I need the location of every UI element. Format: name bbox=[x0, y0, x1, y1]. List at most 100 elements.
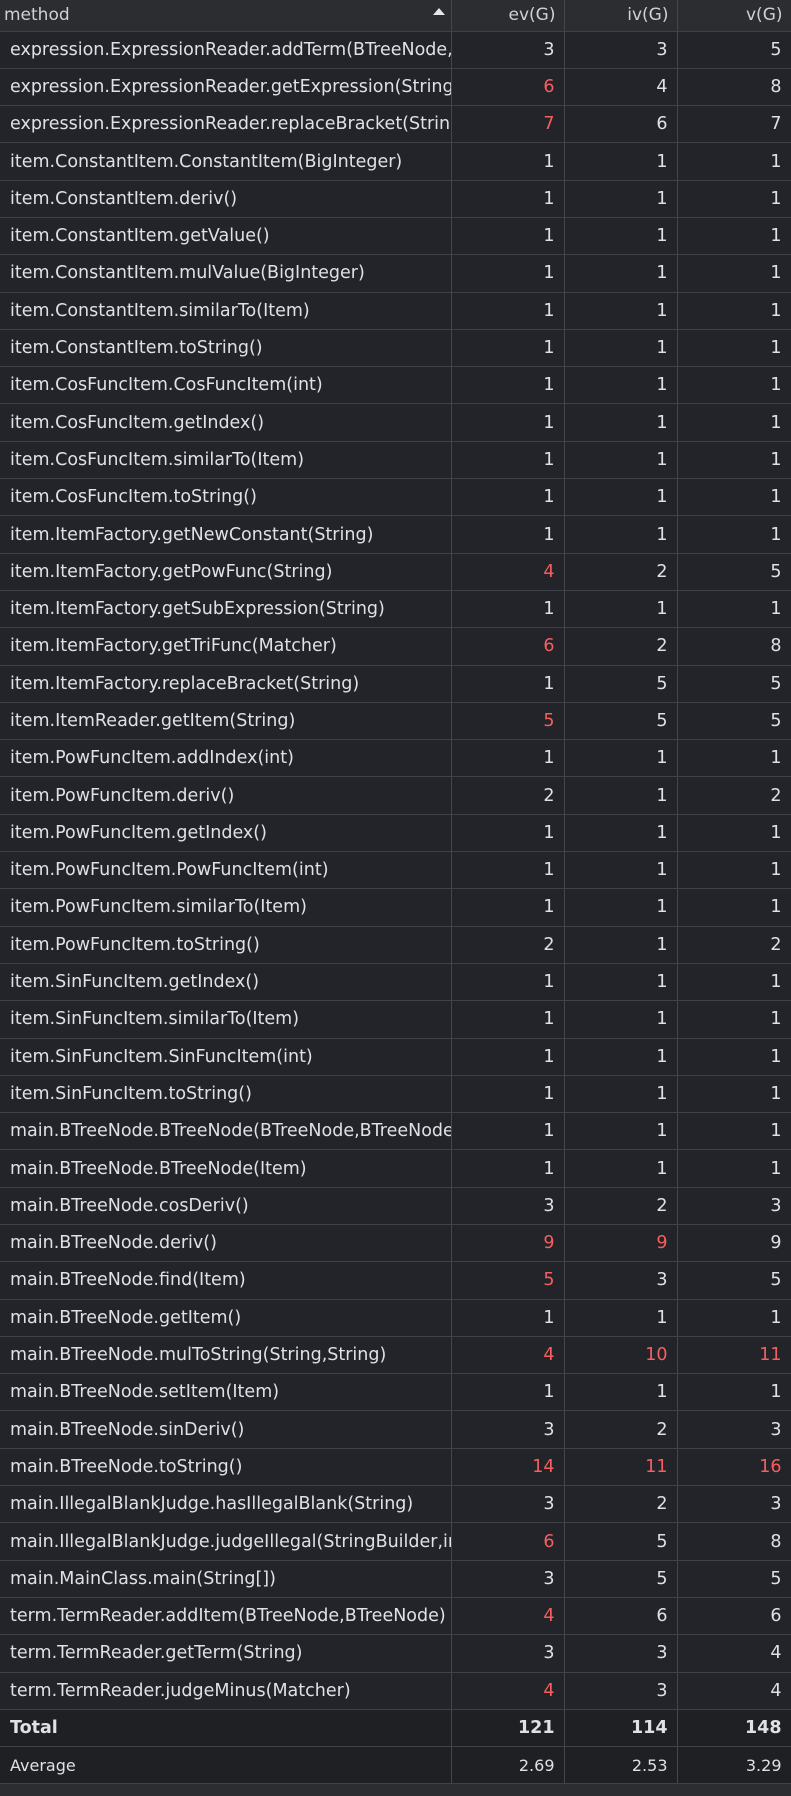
table-row[interactable]: main.BTreeNode.toString() 14 11 16 bbox=[0, 1448, 791, 1487]
ev-cell: 1 bbox=[451, 1149, 565, 1188]
ev-cell: 3 bbox=[451, 1560, 565, 1598]
table-row[interactable]: main.BTreeNode.mulToString(String,String… bbox=[0, 1336, 791, 1375]
column-header-iv[interactable]: iv(G) bbox=[564, 0, 678, 32]
table-row[interactable]: item.PowFuncItem.getIndex() 1 1 1 bbox=[0, 814, 791, 853]
table-row[interactable]: item.CosFuncItem.CosFuncItem(int) 1 1 1 bbox=[0, 366, 791, 405]
method-name-cell: item.ConstantItem.similarTo(Item) bbox=[0, 292, 452, 330]
iv-cell: 4 bbox=[564, 68, 678, 107]
table-row[interactable]: item.ConstantItem.getValue() 1 1 1 bbox=[0, 217, 791, 256]
table-row[interactable]: main.BTreeNode.cosDeriv() 3 2 3 bbox=[0, 1187, 791, 1226]
method-name-cell: item.PowFuncItem.similarTo(Item) bbox=[0, 888, 452, 927]
table-row[interactable]: item.SinFuncItem.SinFuncItem(int) 1 1 1 bbox=[0, 1038, 791, 1076]
table-row[interactable]: main.BTreeNode.setItem(Item) 1 1 1 bbox=[0, 1373, 791, 1412]
method-name-cell: item.ConstantItem.ConstantItem(BigIntege… bbox=[0, 142, 452, 181]
v-cell: 1 bbox=[677, 142, 791, 181]
table-row[interactable]: item.ItemFactory.getNewConstant(String) 1… bbox=[0, 515, 791, 554]
iv-cell: 1 bbox=[564, 366, 678, 405]
column-header-method[interactable]: method bbox=[0, 0, 452, 32]
table-row[interactable]: item.ConstantItem.similarTo(Item) 1 1 1 bbox=[0, 292, 791, 330]
v-cell: 3 bbox=[677, 1485, 791, 1524]
table-row[interactable]: item.PowFuncItem.similarTo(Item) 1 1 1 bbox=[0, 888, 791, 927]
ev-cell: 1 bbox=[451, 515, 565, 554]
table-row[interactable]: main.BTreeNode.BTreeNode(Item) 1 1 1 bbox=[0, 1149, 791, 1188]
v-cell: 9 bbox=[677, 1224, 791, 1263]
table-row[interactable]: item.CosFuncItem.getIndex() 1 1 1 bbox=[0, 403, 791, 442]
table-row[interactable]: main.BTreeNode.getItem() 1 1 1 bbox=[0, 1299, 791, 1337]
v-cell: 3 bbox=[677, 1410, 791, 1449]
method-name-cell: main.BTreeNode.mulToString(String,String… bbox=[0, 1336, 452, 1375]
average-row-ev: 2.69 bbox=[451, 1746, 565, 1785]
v-cell: 1 bbox=[677, 1038, 791, 1076]
iv-cell: 1 bbox=[564, 1038, 678, 1076]
ev-cell: 1 bbox=[451, 1112, 565, 1151]
ev-cell: 1 bbox=[451, 814, 565, 853]
iv-cell: 1 bbox=[564, 478, 678, 517]
method-name-cell: item.SinFuncItem.SinFuncItem(int) bbox=[0, 1038, 452, 1076]
iv-cell: 1 bbox=[564, 1112, 678, 1151]
table-row[interactable]: item.ItemFactory.replaceBracket(String) 1… bbox=[0, 665, 791, 703]
table-row[interactable]: main.BTreeNode.find(Item) 5 3 5 bbox=[0, 1261, 791, 1300]
iv-cell: 1 bbox=[564, 1373, 678, 1412]
method-name-cell: item.PowFuncItem.deriv() bbox=[0, 776, 452, 815]
table-row[interactable]: main.MainClass.main(String[]) 3 5 5 bbox=[0, 1560, 791, 1598]
average-row: Average 2.69 2.53 3.29 bbox=[0, 1746, 791, 1785]
table-row[interactable]: item.ItemFactory.getPowFunc(String) 4 2 5 bbox=[0, 553, 791, 591]
table-row[interactable]: item.SinFuncItem.getIndex() 1 1 1 bbox=[0, 963, 791, 1002]
table-row[interactable]: item.PowFuncItem.toString() 2 1 2 bbox=[0, 926, 791, 964]
v-cell: 1 bbox=[677, 814, 791, 853]
table-row[interactable]: main.BTreeNode.sinDeriv() 3 2 3 bbox=[0, 1410, 791, 1449]
table-row[interactable]: item.ItemFactory.getSubExpression(String… bbox=[0, 590, 791, 629]
method-name-cell: main.BTreeNode.BTreeNode(BTreeNode,BTree… bbox=[0, 1112, 452, 1151]
table-row[interactable]: item.SinFuncItem.similarTo(Item) 1 1 1 bbox=[0, 1000, 791, 1039]
sort-ascending-icon[interactable] bbox=[432, 8, 445, 15]
v-cell: 1 bbox=[677, 590, 791, 629]
method-name-cell: item.ItemFactory.getTriFunc(Matcher) bbox=[0, 627, 452, 666]
table-row[interactable]: main.BTreeNode.deriv() 9 9 9 bbox=[0, 1224, 791, 1263]
column-header-v[interactable]: v(G) bbox=[677, 0, 791, 32]
method-name-cell: main.BTreeNode.BTreeNode(Item) bbox=[0, 1149, 452, 1188]
method-name-cell: item.ItemFactory.replaceBracket(String) bbox=[0, 665, 452, 703]
table-row[interactable]: item.ConstantItem.ConstantItem(BigIntege… bbox=[0, 142, 791, 181]
ev-cell: 1 bbox=[451, 1038, 565, 1076]
method-name-cell: main.MainClass.main(String[]) bbox=[0, 1560, 452, 1598]
table-row[interactable]: item.CosFuncItem.toString() 1 1 1 bbox=[0, 478, 791, 517]
ev-cell: 1 bbox=[451, 851, 565, 890]
table-row[interactable]: item.PowFuncItem.addIndex(int) 1 1 1 bbox=[0, 739, 791, 778]
v-cell: 1 bbox=[677, 851, 791, 890]
table-row[interactable]: item.ConstantItem.deriv() 1 1 1 bbox=[0, 180, 791, 218]
table-row[interactable]: item.PowFuncItem.PowFuncItem(int) 1 1 1 bbox=[0, 851, 791, 890]
method-name-cell: item.CosFuncItem.toString() bbox=[0, 478, 452, 517]
table-row[interactable]: term.TermReader.addItem(BTreeNode,BTreeN… bbox=[0, 1597, 791, 1636]
method-name-cell: item.SinFuncItem.toString() bbox=[0, 1075, 452, 1114]
table-row[interactable]: item.ItemFactory.getTriFunc(Matcher) 6 2 8 bbox=[0, 627, 791, 666]
ev-cell: 1 bbox=[451, 180, 565, 218]
table-row[interactable]: item.CosFuncItem.similarTo(Item) 1 1 1 bbox=[0, 441, 791, 480]
table-row[interactable]: expression.ExpressionReader.getExpressio… bbox=[0, 68, 791, 107]
method-name-cell: item.ItemReader.getItem(String) bbox=[0, 702, 452, 741]
column-header-ev[interactable]: ev(G) bbox=[451, 0, 565, 32]
table-row[interactable]: main.BTreeNode.BTreeNode(BTreeNode,BTree… bbox=[0, 1112, 791, 1151]
table-row[interactable]: item.SinFuncItem.toString() 1 1 1 bbox=[0, 1075, 791, 1114]
table-row[interactable]: main.IllegalBlankJudge.judgeIllegal(Stri… bbox=[0, 1522, 791, 1561]
v-cell: 1 bbox=[677, 403, 791, 442]
table-row[interactable]: item.PowFuncItem.deriv() 2 1 2 bbox=[0, 776, 791, 815]
v-cell: 5 bbox=[677, 702, 791, 741]
ev-cell: 7 bbox=[451, 105, 565, 144]
table-row[interactable]: item.ConstantItem.mulValue(BigInteger) 1 1… bbox=[0, 254, 791, 293]
v-cell: 7 bbox=[677, 105, 791, 144]
table-row[interactable]: expression.ExpressionReader.addTerm(BTre… bbox=[0, 31, 791, 69]
method-name-cell: main.BTreeNode.getItem() bbox=[0, 1299, 452, 1337]
table-row[interactable]: item.ItemReader.getItem(String) 5 5 5 bbox=[0, 702, 791, 741]
table-row[interactable]: term.TermReader.getTerm(String) 3 3 4 bbox=[0, 1634, 791, 1673]
iv-cell: 6 bbox=[564, 105, 678, 144]
ev-cell: 1 bbox=[451, 1299, 565, 1337]
table-row[interactable]: main.IllegalBlankJudge.hasIllegalBlank(S… bbox=[0, 1485, 791, 1524]
table-row[interactable]: expression.ExpressionReader.replaceBrack… bbox=[0, 105, 791, 144]
table-row[interactable]: item.ConstantItem.toString() 1 1 1 bbox=[0, 329, 791, 368]
method-name-cell: item.ConstantItem.deriv() bbox=[0, 180, 452, 218]
table-row[interactable]: term.TermReader.judgeMinus(Matcher) 4 3 4 bbox=[0, 1672, 791, 1710]
iv-cell: 6 bbox=[564, 1597, 678, 1636]
v-cell: 1 bbox=[677, 217, 791, 256]
method-name-cell: main.IllegalBlankJudge.hasIllegalBlank(S… bbox=[0, 1485, 452, 1524]
iv-cell: 2 bbox=[564, 1410, 678, 1449]
